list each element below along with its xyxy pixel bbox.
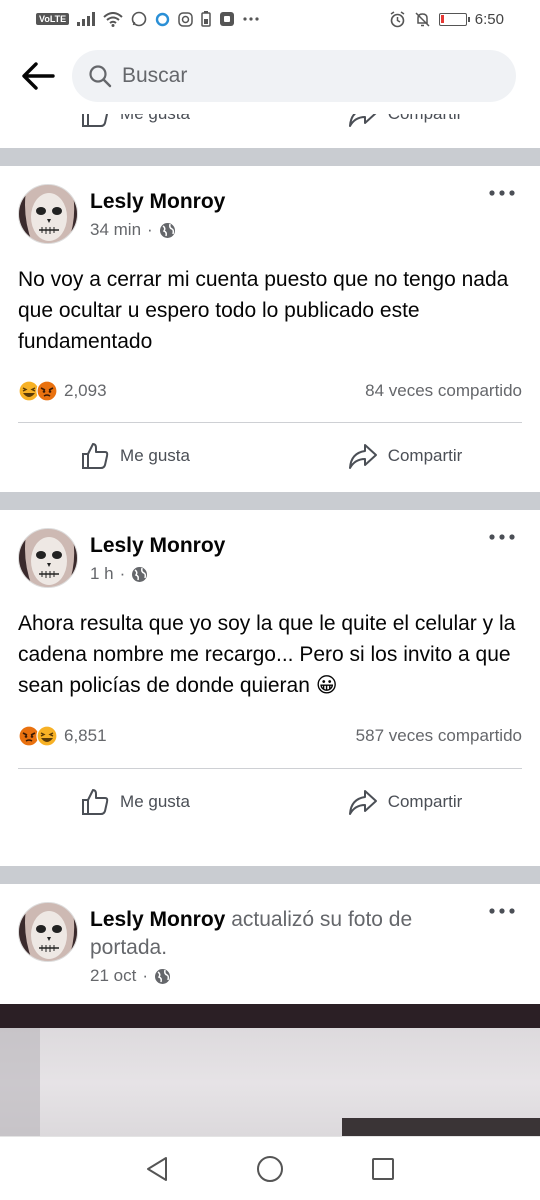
share-arrow-icon [348,444,377,469]
volte-icon: VoLTE [36,13,70,25]
search-bar[interactable] [72,50,516,102]
post-time[interactable]: 21 oct [90,966,136,986]
separator-dot: · [119,564,126,583]
triangle-back-icon [146,1156,167,1181]
like-label: Me gusta [120,446,190,465]
thumbs-up-icon [82,443,109,469]
cover-photo-dark-band [0,1004,540,1028]
nav-recents-button[interactable] [359,1145,407,1193]
previous-post-card: Me gusta Compartir [0,114,540,148]
reaction-count[interactable]: 2,093 [64,381,107,401]
wifi-icon [103,11,123,27]
square-recents-icon [372,1157,395,1180]
more-dots-icon [489,908,515,914]
like-button[interactable]: Me gusta [0,441,270,471]
post-time[interactable]: 1 h [90,564,114,584]
post-text: Ahora resulta que yo soy la que le quite… [18,612,516,697]
share-label: Compartir [387,792,463,811]
instagram-icon [178,11,193,27]
search-header [0,38,540,114]
post-card: Lesly Monroy 1 h · Ahora resulta que yo … [0,510,540,866]
nav-back-button[interactable] [133,1145,181,1193]
avatar[interactable] [18,902,78,962]
reactions-summary[interactable] [18,380,58,402]
post-author-name[interactable]: Lesly Monroy [90,190,225,213]
cover-photo-object [342,1118,540,1136]
post-author-name[interactable]: Lesly Monroy [90,534,225,557]
post-text: No voy a cerrar mi cuenta puesto que no … [18,268,509,353]
share-button[interactable]: Compartir [270,442,540,470]
more-notifications-icon [243,17,259,21]
reactions-summary[interactable] [18,725,58,747]
cover-photo-shadow [0,1028,40,1136]
angry-reaction-icon [36,380,58,402]
search-icon [89,65,112,88]
avatar[interactable] [18,184,78,244]
status-bar: VoLTE 6:50 [0,0,540,38]
back-arrow-icon [22,62,55,90]
post-options-button[interactable] [482,184,522,214]
post-options-button[interactable] [482,902,522,932]
share-arrow-icon [348,790,377,815]
thumbs-up-icon [82,789,109,815]
share-label: Compartir [388,114,463,124]
share-count[interactable]: 587 veces compartido [356,726,522,746]
globe-icon [132,566,148,582]
share-arrow-icon [348,114,377,127]
battery-saver-icon [201,11,211,27]
more-dots-icon [489,534,515,540]
like-button[interactable]: Me gusta [0,787,270,817]
signal-icon [77,12,96,26]
app-square-icon [219,11,235,27]
post-time[interactable]: 34 min [90,220,141,240]
share-label: Compartir [387,446,463,465]
reaction-count[interactable]: 6,851 [64,726,107,746]
post-author-name[interactable]: Lesly Monroy [90,908,225,931]
share-button[interactable]: Compartir [270,114,540,128]
back-button[interactable] [18,56,58,96]
skull-makeup-avatar-icon [19,903,77,961]
whatsapp-icon [131,11,147,27]
avatar[interactable] [18,528,78,588]
battery-icon [438,12,470,26]
thumbs-up-icon [82,114,109,127]
feed: Me gusta Compartir Lesly Monroy 34 min · [0,114,540,1136]
post-options-button[interactable] [482,528,522,558]
skull-makeup-avatar-icon [19,185,77,243]
nav-home-button[interactable] [246,1145,294,1193]
separator-dot: · [147,220,153,239]
battery-fill [440,14,444,23]
like-label: Me gusta [120,114,190,124]
globe-icon [154,968,170,984]
like-label: Me gusta [120,792,190,811]
search-input[interactable] [122,64,482,88]
silent-bell-icon [414,11,431,28]
share-count[interactable]: 84 veces compartido [365,381,522,401]
cover-photo[interactable] [0,1004,540,1136]
system-navigation-bar [0,1136,540,1200]
haha-reaction-icon [36,725,58,747]
like-button[interactable]: Me gusta [0,114,270,129]
more-dots-icon [489,190,515,196]
share-button[interactable]: Compartir [270,788,540,816]
alarm-icon [389,10,406,28]
app-circle-icon [155,12,170,27]
skull-makeup-avatar-icon [19,529,77,587]
circle-home-icon [256,1155,283,1182]
separator-dot: · [142,966,148,985]
clock-time: 6:50 [474,10,504,28]
post-card: Lesly Monroy 34 min · No voy a cerrar mi… [0,166,540,492]
globe-icon [159,222,175,238]
